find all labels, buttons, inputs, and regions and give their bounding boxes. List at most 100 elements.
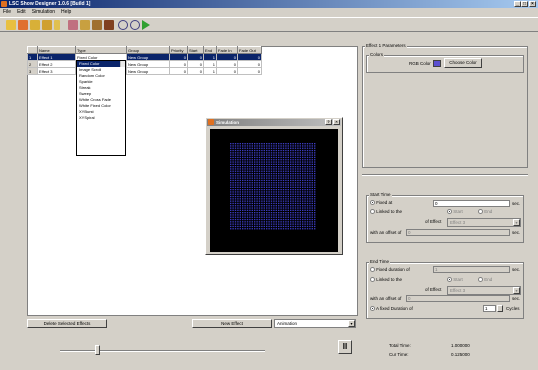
simulation-window[interactable]: Simulation ? × (205, 117, 343, 255)
chevron-down-icon[interactable]: ▾ (513, 219, 520, 226)
cut-icon[interactable] (68, 20, 78, 30)
menu-edit[interactable]: Edit (14, 8, 29, 16)
header-end[interactable]: End (203, 46, 217, 54)
open-folder-icon[interactable] (6, 20, 16, 30)
led-pixel (304, 214, 306, 216)
cell-end[interactable]: 1 (203, 53, 217, 61)
chevron-down-icon[interactable]: ▾ (348, 320, 355, 327)
cycles-spinner[interactable] (497, 305, 503, 312)
maximize-button[interactable]: □ (521, 1, 528, 7)
zoom-out-icon[interactable] (130, 20, 140, 30)
cell-group[interactable]: New Group (126, 60, 170, 68)
paste-icon[interactable] (92, 20, 102, 30)
film-icon[interactable] (104, 20, 114, 30)
cell-end[interactable]: 1 (203, 60, 217, 68)
type-dropdown-list[interactable]: Fixed Color Image Scroll Random Color Sp… (76, 60, 126, 156)
cell-priority[interactable]: 0 (169, 53, 188, 61)
end-linked-start-radio[interactable]: Start (447, 277, 463, 283)
pencil-icon[interactable] (54, 20, 60, 30)
simulation-title-bar[interactable]: Simulation (207, 119, 341, 126)
dropdown-option[interactable]: XYSpiral (77, 115, 125, 121)
led-pixel (242, 156, 244, 159)
cell-priority[interactable]: 0 (169, 67, 188, 75)
play-icon[interactable] (142, 20, 150, 30)
led-pixel (270, 214, 273, 216)
start-effect-select[interactable]: Effect 3 ▾ (447, 218, 521, 227)
led-pixel (275, 179, 277, 182)
cell-group[interactable]: New Group (126, 53, 170, 61)
menu-help[interactable]: Help (58, 8, 74, 16)
start-offset-input[interactable]: 0 (406, 229, 510, 236)
timeline-slider-thumb[interactable] (94, 345, 100, 355)
cell-start[interactable]: 0 (187, 60, 204, 68)
start-linked-start-radio[interactable]: Start (447, 209, 463, 215)
header-type[interactable]: Type (75, 46, 127, 54)
led-pixel (278, 179, 280, 182)
led-pixel (234, 209, 237, 211)
new-file-icon[interactable] (18, 20, 28, 30)
simulation-help-button[interactable]: ? (325, 119, 332, 125)
copy-icon[interactable] (80, 20, 90, 30)
cell-fade-in[interactable]: 0 (216, 60, 238, 68)
cell-fade-out[interactable]: 0 (237, 67, 262, 75)
menu-file[interactable]: File (0, 8, 14, 16)
animation-select[interactable]: Animation ▾ (274, 319, 356, 328)
start-fixed-input[interactable]: 0 (433, 200, 510, 207)
dropdown-scrollbar[interactable] (120, 61, 125, 67)
header-fade-in[interactable]: Fade In (216, 46, 238, 54)
cell-start[interactable]: 0 (187, 53, 204, 61)
end-fixed-duration-radio[interactable]: Fixed duration of (370, 267, 410, 273)
cell-end[interactable]: 1 (203, 67, 217, 75)
end-offset-input[interactable]: 0 (406, 295, 510, 302)
led-pixel (280, 159, 282, 161)
cell-name[interactable]: Effect 1 (37, 53, 76, 61)
led-pixel (290, 223, 292, 225)
end-fixed-duration-input[interactable]: 1 (433, 266, 510, 273)
led-pixel (314, 223, 316, 225)
cycles-input[interactable]: 1 (483, 305, 496, 312)
cell-fade-out[interactable]: 0 (237, 53, 262, 61)
end-linked-end-radio[interactable]: End (478, 277, 492, 283)
led-pixel (230, 179, 232, 182)
header-name[interactable]: Name (37, 46, 76, 54)
end-linked-radio[interactable]: Linked to the (370, 277, 402, 283)
header-priority[interactable]: Priority (169, 46, 188, 54)
cell-fade-in[interactable]: 0 (216, 67, 238, 75)
start-linked-end-radio[interactable]: End (478, 209, 492, 215)
minimize-button[interactable]: _ (514, 1, 521, 7)
table-row[interactable]: 2 Effect 2 Fixed Color New Group 0 0 1 0… (27, 60, 262, 68)
choose-color-button[interactable]: Choose Color (444, 58, 482, 68)
delete-selected-effects-button[interactable]: Delete Selected Effects (27, 319, 107, 328)
led-pixel (278, 200, 280, 202)
cell-priority[interactable]: 0 (169, 60, 188, 68)
cell-name[interactable]: Effect 2 (37, 60, 76, 68)
led-pixel (294, 216, 297, 218)
start-fixed-radio[interactable]: Fixed at (370, 200, 392, 206)
save-icon[interactable] (42, 20, 52, 30)
start-linked-radio[interactable]: Linked to the (370, 209, 402, 215)
table-row[interactable]: 1 Effect 1 Fixed Color New Group 0 0 1 0… (27, 53, 262, 61)
end-fixed-anim-radio[interactable]: A fixed Duration of (370, 306, 413, 312)
open-icon[interactable] (30, 20, 40, 30)
table-row[interactable]: 3 Effect 3 Image Scroll New Group 0 0 1 … (27, 67, 262, 75)
cell-fade-in[interactable]: 0 (216, 53, 238, 61)
new-effect-button[interactable]: New Effect (192, 319, 272, 328)
cell-name[interactable]: Effect 3 (37, 67, 76, 75)
header-fade-out[interactable]: Fade Out (237, 46, 262, 54)
cell-group[interactable]: New Group (126, 67, 170, 75)
led-pixel (302, 179, 304, 182)
zoom-in-icon[interactable] (118, 20, 128, 30)
end-effect-select[interactable]: Effect 3 ▾ (447, 286, 521, 295)
simulation-close-button[interactable]: × (333, 119, 340, 125)
led-pixel (275, 156, 277, 159)
menu-simulation[interactable]: Simulation (29, 8, 58, 16)
timeline-slider-track[interactable] (60, 350, 265, 352)
pause-button[interactable]: II (338, 340, 352, 354)
chevron-down-icon[interactable]: ▾ (513, 287, 520, 294)
header-start[interactable]: Start (187, 46, 204, 54)
led-pixel (297, 186, 299, 188)
close-button[interactable]: × (529, 1, 536, 7)
header-group[interactable]: Group (126, 46, 170, 54)
cell-fade-out[interactable]: 0 (237, 60, 262, 68)
cell-start[interactable]: 0 (187, 67, 204, 75)
